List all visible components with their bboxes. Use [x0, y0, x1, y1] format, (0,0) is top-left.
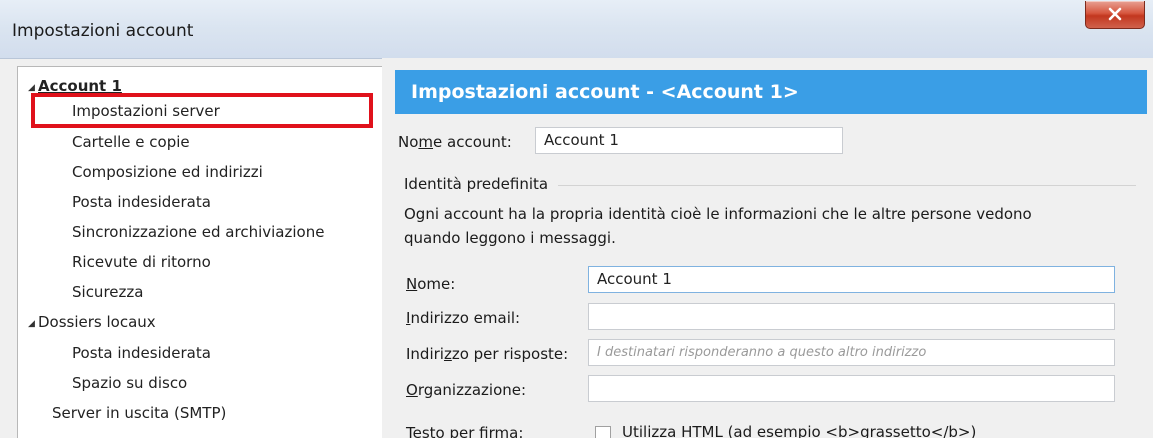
close-button[interactable] [1085, 1, 1145, 29]
reply-to-label: Indirizzo per risposte: [406, 345, 569, 363]
tree-item-junk-mail[interactable]: Posta indesiderata [72, 189, 211, 215]
identity-group-title: Identità predefinita [404, 175, 549, 193]
identity-description-line1: Ogni account ha la propria identità cioè… [404, 205, 1032, 223]
use-html-checkbox[interactable] [595, 426, 611, 438]
expand-arrow-icon[interactable]: ◢ [28, 75, 38, 101]
window-title: Impostazioni account [12, 21, 194, 41]
close-icon [1108, 7, 1122, 21]
account-name-label: Nome account: [398, 133, 512, 151]
tree-item-composition-addressing[interactable]: Composizione ed indirizzi [72, 159, 263, 185]
name-input[interactable]: Account 1 [588, 266, 1115, 293]
tree-item-return-receipts[interactable]: Ricevute di ritorno [72, 249, 211, 275]
panel-header: Impostazioni account - <Account 1> [395, 70, 1147, 114]
email-label: Indirizzo email: [406, 309, 521, 327]
signature-label: Testo per firma: [406, 424, 524, 438]
tree-item-local-junk-mail[interactable]: Posta indesiderata [72, 340, 211, 366]
expand-arrow-icon[interactable]: ◢ [28, 311, 38, 337]
reply-to-input[interactable]: I destinatari risponderanno a questo alt… [588, 339, 1115, 366]
account-name-input[interactable]: Account 1 [535, 127, 843, 154]
tree-item-account-1[interactable]: ◢ Account 1 [28, 73, 122, 99]
account-tree[interactable]: ◢ Account 1 Impostazioni server Cartelle … [17, 66, 383, 438]
group-divider [558, 185, 1136, 186]
tree-item-outgoing-server[interactable]: Server in uscita (SMTP) [52, 400, 226, 426]
organization-label: Organizzazione: [406, 381, 527, 399]
tree-item-sync-storage[interactable]: Sincronizzazione ed archiviazione [72, 219, 324, 245]
tree-item-folders-copies[interactable]: Cartelle e copie [72, 129, 190, 155]
use-html-label: Utilizza HTML (ad esempio <b>grassetto</… [622, 423, 977, 438]
tree-item-disk-space[interactable]: Spazio su disco [72, 370, 187, 396]
settings-panel: Impostazioni account - <Account 1> Nome … [382, 58, 1153, 438]
organization-input[interactable] [588, 375, 1115, 402]
tree-item-server-settings[interactable]: Impostazioni server [72, 98, 220, 124]
name-label: Nome: [406, 275, 456, 293]
account-settings-window: Impostazioni account ◢ Account 1 Impostaz… [0, 0, 1153, 438]
tree-item-local-folders[interactable]: ◢ Dossiers locaux [28, 309, 156, 335]
tree-item-security[interactable]: Sicurezza [72, 279, 143, 305]
title-bar[interactable]: Impostazioni account [0, 0, 1153, 59]
identity-description-line2: quando leggono i messaggi. [404, 229, 616, 247]
email-input[interactable] [588, 303, 1115, 330]
